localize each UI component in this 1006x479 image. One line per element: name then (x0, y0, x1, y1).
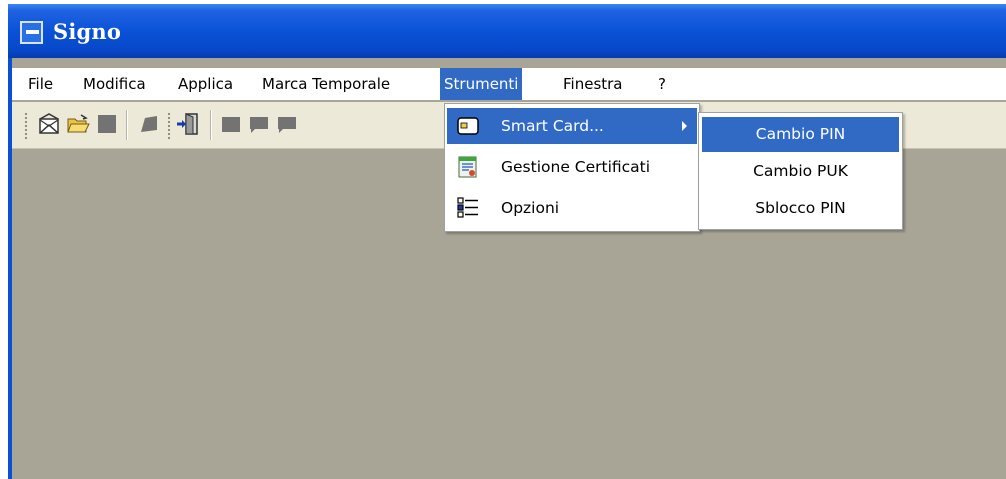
submenu-item-cambio-pin[interactable]: Cambio PIN (702, 117, 899, 152)
strumenti-dropdown: Smart Card... Gestione Certificati Opzio… (444, 103, 700, 232)
exit-door-icon[interactable] (175, 111, 201, 137)
options-list-icon (456, 196, 480, 220)
title-bar[interactable]: Signo (8, 4, 1006, 58)
submenu-item-sblocco-pin[interactable]: Sblocco PIN (702, 191, 899, 226)
menu-modifica[interactable]: Modifica (79, 68, 150, 100)
menu-bar: File Modifica Applica Marca Temporale St… (12, 68, 1006, 100)
opzioni-label: Opzioni (501, 199, 560, 217)
envelope-icon[interactable] (36, 111, 62, 137)
speech-bubble-icon[interactable] (246, 111, 272, 137)
toolbar-grip[interactable] (24, 112, 28, 140)
menu-finestra[interactable]: Finestra (559, 68, 627, 100)
gestione-certificati-label: Gestione Certificati (501, 158, 651, 176)
menu-item-gestione-certificati[interactable]: Gestione Certificati (447, 149, 697, 185)
toolbar-separator (126, 110, 128, 140)
open-folder-icon[interactable] (65, 111, 91, 137)
smart-card-submenu: Cambio PIN Cambio PUK Sblocco PIN (698, 112, 903, 230)
smart-card-label: Smart Card... (501, 117, 604, 135)
speech-bubble-icon[interactable] (274, 111, 300, 137)
square-icon[interactable] (218, 111, 244, 137)
toolbar-grip[interactable] (167, 112, 171, 140)
square-icon[interactable] (94, 111, 120, 137)
menu-applica[interactable]: Applica (174, 68, 237, 100)
menu-help[interactable]: ? (654, 68, 670, 100)
menu-file[interactable]: File (24, 68, 57, 100)
smart-card-icon (456, 114, 480, 138)
submenu-item-cambio-puk[interactable]: Cambio PUK (702, 154, 899, 189)
certificate-icon (456, 155, 480, 179)
submenu-arrow-icon (682, 121, 687, 131)
app-icon[interactable] (20, 21, 43, 44)
window-title: Signo (53, 19, 122, 44)
menu-marca-temporale[interactable]: Marca Temporale (258, 68, 394, 100)
menu-item-smart-card[interactable]: Smart Card... (447, 108, 697, 144)
app-window: Signo File Modifica Applica Marca Tempor… (8, 4, 1006, 479)
stamp-icon[interactable] (136, 111, 162, 137)
menu-strumenti[interactable]: Strumenti (440, 68, 523, 100)
toolbar-separator (210, 110, 212, 140)
menu-item-opzioni[interactable]: Opzioni (447, 190, 697, 226)
